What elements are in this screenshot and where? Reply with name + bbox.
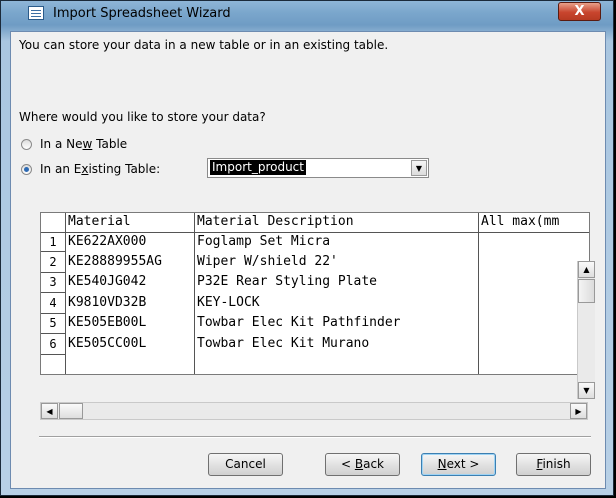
- cell-material: KE505CC00L: [68, 336, 147, 351]
- scroll-left-icon[interactable]: ◀: [41, 403, 58, 419]
- cancel-button[interactable]: Cancel: [208, 453, 283, 476]
- scroll-up-icon[interactable]: ▲: [578, 261, 595, 278]
- window-title: Import Spreadsheet Wizard: [53, 6, 231, 21]
- cell-description: Wiper W/shield 22': [197, 254, 338, 269]
- cell-description: KEY-LOCK: [197, 295, 260, 310]
- column-header-description[interactable]: Material Description: [197, 214, 354, 229]
- cell-material: KE540JG042: [68, 274, 147, 289]
- radio-existing-table[interactable]: In an Existing Table:: [21, 161, 160, 177]
- intro-text: You can store your data in a new table o…: [19, 38, 389, 52]
- separator: [39, 436, 591, 438]
- wizard-window: Import Spreadsheet Wizard X You can stor…: [0, 0, 614, 496]
- row-number: 6: [41, 334, 65, 355]
- row-number: 4: [41, 293, 65, 314]
- cell-material: KE622AX000: [68, 234, 147, 249]
- cell-description: Towbar Elec Kit Murano: [197, 336, 370, 351]
- cell-material: KE28889955AG: [68, 254, 162, 269]
- wizard-window-icon: [28, 6, 44, 20]
- radio-new-table-label: In a New Table: [40, 137, 128, 151]
- horizontal-scrollbar[interactable]: ◀ ▶: [40, 402, 588, 420]
- scroll-down-icon[interactable]: ▼: [578, 382, 595, 399]
- dropdown-arrow-icon[interactable]: ▼: [411, 160, 427, 176]
- finish-button[interactable]: Finish: [516, 453, 591, 476]
- scroll-right-icon[interactable]: ▶: [570, 403, 587, 419]
- grid-divider: [194, 213, 195, 374]
- wizard-body: You can store your data in a new table o…: [10, 31, 606, 489]
- close-icon[interactable]: X: [558, 2, 601, 21]
- radio-button[interactable]: [21, 138, 32, 150]
- row-number: 3: [41, 273, 65, 293]
- column-header-material[interactable]: Material: [68, 214, 131, 229]
- cell-material: KE505EB00L: [68, 315, 147, 330]
- cell-description: Towbar Elec Kit Pathfinder: [197, 315, 401, 330]
- next-button[interactable]: Next >: [421, 453, 496, 476]
- cell-material: K9810VD32B: [68, 295, 147, 310]
- row-number: 5: [41, 314, 65, 334]
- row-number: 2: [41, 252, 65, 273]
- scrollbar-thumb[interactable]: [578, 279, 595, 303]
- vertical-scrollbar[interactable]: ▲ ▼: [577, 261, 595, 399]
- cell-description: P32E Rear Styling Plate: [197, 274, 378, 289]
- question-text: Where would you like to store your data?: [19, 110, 266, 124]
- radio-new-table[interactable]: In a New Table: [21, 136, 127, 152]
- scrollbar-thumb[interactable]: [59, 403, 83, 419]
- back-button[interactable]: < Back: [325, 453, 400, 476]
- data-preview-grid[interactable]: Material Material Description All max(mm…: [40, 212, 590, 375]
- existing-table-select[interactable]: Import_product ▼: [207, 158, 429, 178]
- radio-button-checked[interactable]: [21, 163, 32, 175]
- row-number: 1: [41, 233, 65, 252]
- column-header-all-max[interactable]: All max(mm: [481, 214, 589, 229]
- cell-description: Foglamp Set Micra: [197, 234, 331, 249]
- grid-divider: [65, 213, 66, 374]
- existing-table-value: Import_product: [210, 160, 306, 175]
- grid-divider: [478, 213, 479, 374]
- radio-existing-table-label: In an Existing Table:: [40, 162, 161, 176]
- title-bar[interactable]: Import Spreadsheet Wizard X: [1, 1, 613, 29]
